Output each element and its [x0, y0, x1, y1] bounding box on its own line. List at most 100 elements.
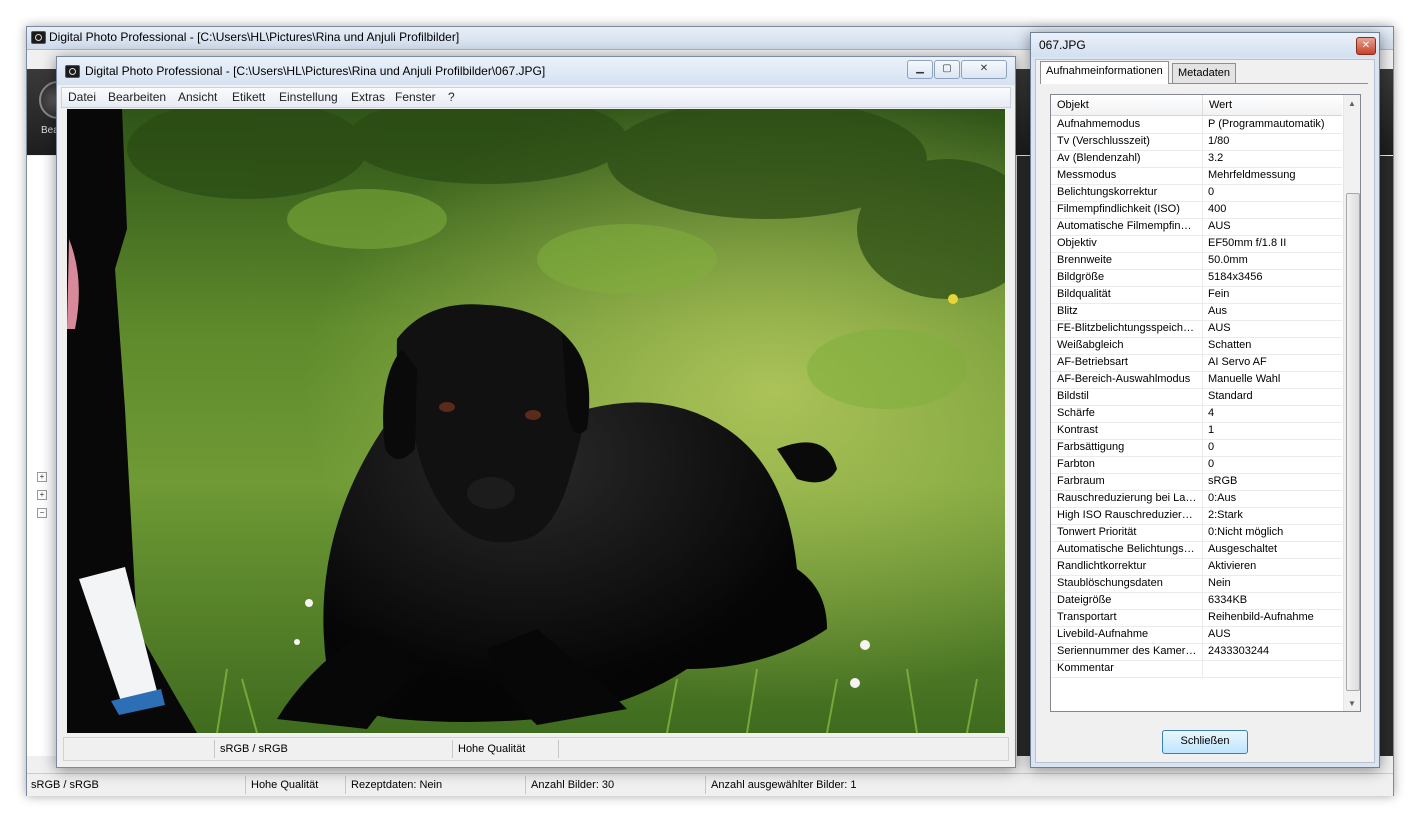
cell-divider: [1202, 490, 1203, 507]
table-row[interactable]: Dateigröße 6334KB: [1051, 592, 1342, 610]
tab-metadata[interactable]: Metadaten: [1172, 63, 1236, 83]
row-value: Standard: [1208, 390, 1253, 402]
menu-datei[interactable]: Datei: [68, 90, 96, 104]
table-row[interactable]: Weißabgleich Schatten: [1051, 337, 1342, 355]
table-row[interactable]: Automatische Filmempfindli... AUS: [1051, 218, 1342, 236]
tree-expand-icon[interactable]: +: [37, 490, 47, 500]
menu-bearbeiten[interactable]: Bearbeiten: [108, 90, 166, 104]
row-value: AUS: [1208, 628, 1231, 640]
row-key: Av (Blendenzahl): [1057, 152, 1141, 164]
row-key: Automatische Belichtungso...: [1057, 543, 1197, 555]
table-row[interactable]: Livebild-Aufnahme AUS: [1051, 626, 1342, 644]
viewer-titlebar[interactable]: Digital Photo Professional - [C:\Users\H…: [57, 57, 1015, 85]
row-value: 5184x3456: [1208, 271, 1263, 283]
info-titlebar[interactable]: 067.JPG ✕: [1031, 33, 1379, 57]
minimize-button[interactable]: ▁: [907, 60, 933, 79]
table-row[interactable]: AF-Bereich-Auswahlmodus Manuelle Wahl: [1051, 371, 1342, 389]
table-row[interactable]: Blitz Aus: [1051, 303, 1342, 321]
status-divider: [705, 776, 706, 794]
column-header-value[interactable]: Wert: [1203, 95, 1342, 115]
table-row[interactable]: Schärfe 4: [1051, 405, 1342, 423]
dog-photo-image: [67, 109, 1005, 733]
row-key: AF-Betriebsart: [1057, 356, 1128, 368]
close-window-button[interactable]: ✕: [961, 60, 1007, 79]
row-key: Blitz: [1057, 305, 1078, 317]
table-row[interactable]: High ISO Rauschreduzierung 2:Stark: [1051, 507, 1342, 525]
row-key: Objektiv: [1057, 237, 1097, 249]
row-key: Rauschreduzierung bei Lan...: [1057, 492, 1197, 504]
photo-preview[interactable]: [67, 109, 1005, 733]
row-key: Farbraum: [1057, 475, 1105, 487]
table-row[interactable]: Tonwert Priorität 0:Nicht möglich: [1051, 524, 1342, 542]
viewer-status-color-space: sRGB / sRGB: [220, 743, 288, 755]
table-row[interactable]: Messmodus Mehrfeldmessung: [1051, 167, 1342, 185]
table-row[interactable]: Belichtungskorrektur 0: [1051, 184, 1342, 202]
table-row[interactable]: Brennweite 50.0mm: [1051, 252, 1342, 270]
table-row[interactable]: Rauschreduzierung bei Lan... 0:Aus: [1051, 490, 1342, 508]
table-row[interactable]: Av (Blendenzahl) 3.2: [1051, 150, 1342, 168]
table-row[interactable]: Tv (Verschlusszeit) 1/80: [1051, 133, 1342, 151]
info-dialog-title: 067.JPG: [1039, 38, 1086, 52]
table-row[interactable]: Bildqualität Fein: [1051, 286, 1342, 304]
cell-divider: [1202, 439, 1203, 456]
table-row[interactable]: Transportart Reihenbild-Aufnahme: [1051, 609, 1342, 627]
row-value: 0: [1208, 441, 1215, 453]
app-camera-icon: [65, 65, 80, 78]
row-value: 4: [1208, 407, 1215, 419]
status-divider: [245, 776, 246, 794]
menu-help[interactable]: ?: [448, 90, 455, 104]
cell-divider: [1202, 354, 1203, 371]
table-row[interactable]: Automatische Belichtungso... Ausgeschalte…: [1051, 541, 1342, 559]
table-row[interactable]: Staublöschungsdaten Nein: [1051, 575, 1342, 593]
cell-divider: [1202, 235, 1203, 252]
scroll-thumb[interactable]: [1346, 193, 1360, 691]
menu-ansicht[interactable]: Ansicht: [178, 90, 217, 104]
table-row[interactable]: Kommentar: [1051, 660, 1342, 678]
table-row[interactable]: Objektiv EF50mm f/1.8 II: [1051, 235, 1342, 253]
row-key: Dateigröße: [1057, 594, 1112, 606]
table-row[interactable]: Bildgröße 5184x3456: [1051, 269, 1342, 287]
cell-divider: [1202, 456, 1203, 473]
table-scrollbar[interactable]: ▲ ▼: [1343, 95, 1360, 711]
column-header-object[interactable]: Objekt: [1051, 95, 1202, 115]
viewer-status-quality: Hohe Qualität: [458, 743, 526, 755]
viewer-menubar: Datei Bearbeiten Ansicht Etikett Einstel…: [61, 87, 1011, 108]
status-color-space: sRGB / sRGB: [31, 779, 99, 791]
table-row[interactable]: Bildstil Standard: [1051, 388, 1342, 406]
menu-etikett[interactable]: Etikett: [232, 90, 265, 104]
cell-divider: [1202, 337, 1203, 354]
schliessen-button[interactable]: Schließen: [1162, 730, 1248, 754]
row-key: Belichtungskorrektur: [1057, 186, 1158, 198]
cell-divider: [1202, 269, 1203, 286]
scroll-up-icon[interactable]: ▲: [1348, 99, 1356, 108]
table-header: Objekt Wert: [1051, 95, 1342, 116]
row-key: Bildqualität: [1057, 288, 1111, 300]
status-quality: Hohe Qualität: [251, 779, 319, 791]
menu-fenster[interactable]: Fenster: [395, 90, 436, 104]
cell-divider: [1202, 422, 1203, 439]
tab-shooting-info[interactable]: Aufnahmeinformationen: [1040, 61, 1169, 84]
tree-collapse-icon[interactable]: −: [37, 508, 47, 518]
row-key: Kommentar: [1057, 662, 1114, 674]
menu-einstellung[interactable]: Einstellung: [279, 90, 338, 104]
scroll-down-icon[interactable]: ▼: [1348, 699, 1356, 708]
cell-divider: [1202, 626, 1203, 643]
table-row[interactable]: Farbraum sRGB: [1051, 473, 1342, 491]
table-row[interactable]: Farbton 0: [1051, 456, 1342, 474]
row-key: AF-Bereich-Auswahlmodus: [1057, 373, 1191, 385]
table-row[interactable]: Seriennummer des Kamera... 2433303244: [1051, 643, 1342, 661]
table-row[interactable]: Aufnahmemodus P (Programmautomatik): [1051, 116, 1342, 134]
tree-expand-icon[interactable]: +: [37, 472, 47, 482]
table-row[interactable]: Kontrast 1: [1051, 422, 1342, 440]
table-row[interactable]: Farbsättigung 0: [1051, 439, 1342, 457]
table-row[interactable]: FE-Blitzbelichtungsspeicher... AUS: [1051, 320, 1342, 338]
table-row[interactable]: Filmempfindlichkeit (ISO) 400: [1051, 201, 1342, 219]
table-row[interactable]: Randlichtkorrektur Aktivieren: [1051, 558, 1342, 576]
restore-button[interactable]: ▢: [934, 60, 960, 79]
table-rows: Aufnahmemodus P (Programmautomatik) Tv (Ve…: [1051, 116, 1342, 711]
table-row[interactable]: AF-Betriebsart AI Servo AF: [1051, 354, 1342, 372]
shooting-info-table[interactable]: Objekt Wert Aufnahmemodus P (Programmauto…: [1050, 94, 1361, 712]
menu-extras[interactable]: Extras: [351, 90, 385, 104]
close-dialog-button[interactable]: ✕: [1356, 37, 1376, 55]
row-value: sRGB: [1208, 475, 1238, 487]
